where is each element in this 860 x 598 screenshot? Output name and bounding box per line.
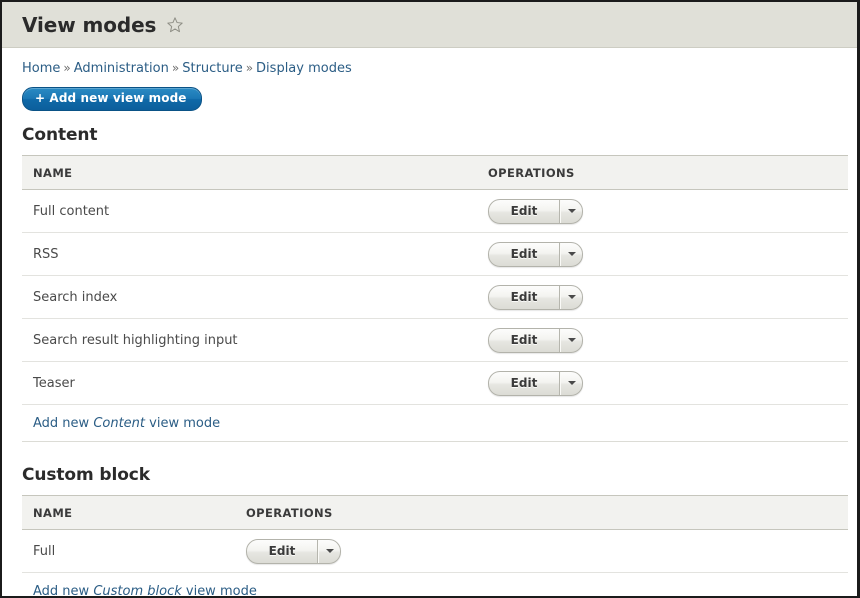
edit-button[interactable]: Edit — [489, 199, 560, 223]
breadcrumb-item-home[interactable]: Home — [22, 61, 60, 76]
breadcrumb: Home» Administration» Structure» Display mo… — [22, 48, 843, 76]
edit-button[interactable]: Edit — [247, 539, 318, 563]
edit-button[interactable]: Edit — [489, 285, 560, 309]
edit-button[interactable]: Edit — [489, 242, 560, 266]
section-heading-custom-block: Custom block — [22, 465, 150, 485]
table-row: RSS Edit — [22, 232, 848, 276]
chevron-down-icon[interactable] — [560, 371, 582, 395]
view-mode-operations: Edit — [477, 232, 848, 276]
view-mode-name: Teaser — [22, 361, 477, 405]
dropbutton[interactable]: Edit — [488, 198, 583, 224]
chevron-down-icon[interactable] — [560, 285, 582, 309]
content-view-modes-table: NAME OPERATIONS Full content Edit RSS Ed… — [22, 155, 848, 442]
chevron-down-icon[interactable] — [318, 539, 340, 563]
page-title: View modes — [22, 12, 157, 37]
view-mode-operations: Edit — [477, 275, 848, 319]
add-new-content-view-mode-link[interactable]: Add new Content view mode — [33, 416, 220, 431]
table-row: Teaser Edit — [22, 361, 848, 405]
breadcrumb-separator: » — [171, 61, 180, 75]
chevron-down-icon[interactable] — [560, 328, 582, 352]
content-area: Home» Administration» Structure» Display mo… — [2, 48, 857, 598]
table-header-row: NAME OPERATIONS — [22, 495, 848, 530]
table-row: Full Edit — [22, 529, 848, 573]
dropbutton[interactable]: Edit — [246, 538, 341, 564]
column-header-operations: OPERATIONS — [235, 495, 848, 530]
dropbutton[interactable]: Edit — [488, 284, 583, 310]
breadcrumb-item-administration[interactable]: Administration — [74, 61, 169, 76]
star-outline-icon[interactable] — [166, 16, 184, 37]
view-mode-operations: Edit — [235, 529, 848, 573]
add-new-view-mode-button[interactable]: + Add new view mode — [22, 87, 202, 111]
add-new-entity: Custom block — [93, 583, 182, 598]
add-new-suffix: view mode — [181, 583, 257, 598]
table-row: Search result highlighting input Edit — [22, 318, 848, 362]
chevron-down-icon[interactable] — [560, 199, 582, 223]
edit-button[interactable]: Edit — [489, 328, 560, 352]
column-header-name: NAME — [22, 155, 477, 190]
action-row: + Add new view mode — [22, 87, 843, 111]
add-new-cell: Add new Custom block view mode — [22, 572, 848, 598]
dropbutton[interactable]: Edit — [488, 241, 583, 267]
edit-button[interactable]: Edit — [489, 371, 560, 395]
section-heading-content: Content — [22, 125, 98, 145]
add-new-custom-block-view-mode-link[interactable]: Add new Custom block view mode — [33, 583, 257, 598]
breadcrumb-separator: » — [245, 61, 254, 75]
dropbutton[interactable]: Edit — [488, 370, 583, 396]
view-mode-operations: Edit — [477, 318, 848, 362]
page-header: View modes — [2, 2, 857, 48]
table-row-add-new: Add new Content view mode — [22, 404, 848, 442]
add-new-suffix: view mode — [145, 415, 221, 431]
table-row: Search index Edit — [22, 275, 848, 319]
breadcrumb-item-structure[interactable]: Structure — [182, 61, 242, 76]
column-header-name: NAME — [22, 495, 235, 530]
view-mode-name: Full — [22, 529, 235, 573]
breadcrumb-item-display-modes[interactable]: Display modes — [256, 61, 352, 76]
view-mode-name: Search result highlighting input — [22, 318, 477, 362]
add-new-prefix: Add new — [33, 415, 94, 431]
add-new-cell: Add new Content view mode — [22, 404, 848, 442]
view-mode-name: Full content — [22, 189, 477, 233]
chevron-down-icon[interactable] — [560, 242, 582, 266]
table-row-add-new: Add new Custom block view mode — [22, 572, 848, 598]
view-mode-operations: Edit — [477, 189, 848, 233]
view-mode-name: Search index — [22, 275, 477, 319]
view-mode-operations: Edit — [477, 361, 848, 405]
view-mode-name: RSS — [22, 232, 477, 276]
table-row: Full content Edit — [22, 189, 848, 233]
breadcrumb-separator: » — [63, 61, 71, 75]
column-header-operations: OPERATIONS — [477, 155, 848, 190]
add-new-prefix: Add new — [33, 583, 94, 598]
dropbutton[interactable]: Edit — [488, 327, 583, 353]
custom-block-view-modes-table: NAME OPERATIONS Full Edit Add new Custom… — [22, 495, 848, 598]
browser-page: View modes Home» Administration» Structure… — [0, 0, 860, 598]
table-header-row: NAME OPERATIONS — [22, 155, 848, 190]
add-new-entity: Content — [93, 415, 146, 431]
